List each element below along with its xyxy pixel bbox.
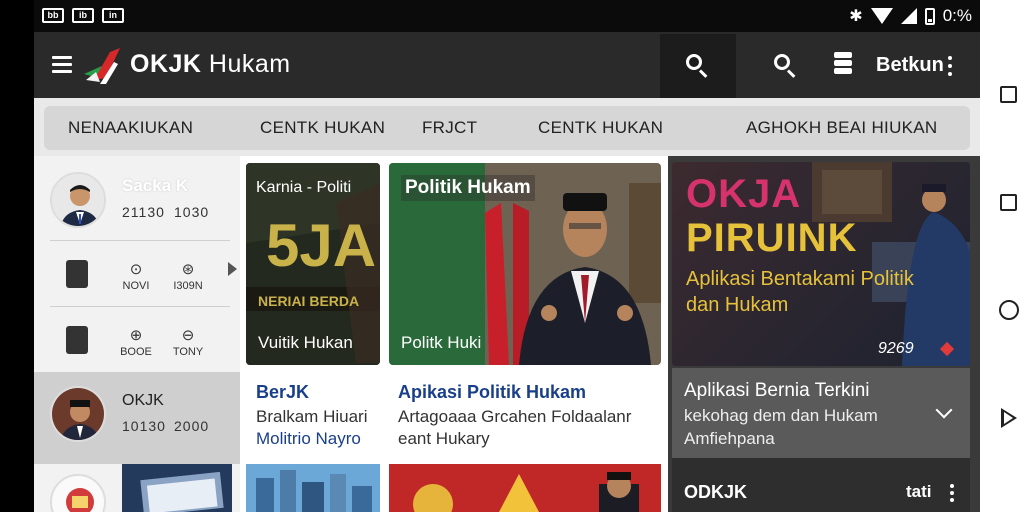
article-snippet: Bralkam Hiuari bbox=[256, 407, 368, 426]
tab-aghokh-beai-hiukan[interactable]: AGHOKH BEAI HIUKAN bbox=[746, 118, 938, 138]
tab-centk-hukan-2[interactable]: CENTK HUKAN bbox=[538, 118, 663, 138]
app-title-regular: Hukam bbox=[208, 50, 291, 78]
divider bbox=[50, 240, 230, 241]
stat-icon[interactable]: ⊛ I309N bbox=[170, 260, 206, 292]
status-left-icons: bb ib in bbox=[42, 8, 124, 23]
chevron-right-icon[interactable] bbox=[228, 262, 237, 276]
tab-centk-hukan[interactable]: CENTK HUKAN bbox=[260, 118, 385, 138]
bluetooth-icon: ✱ bbox=[849, 8, 863, 25]
info-panel[interactable]: Aplikasi Bernia Terkini kekohag dem dan … bbox=[672, 368, 970, 458]
menu-icon[interactable] bbox=[52, 56, 72, 73]
info-title: Aplikasi Bernia Terkini bbox=[684, 380, 870, 401]
square-icon[interactable] bbox=[1000, 194, 1017, 211]
card-strip-text: NERIAI BERDA bbox=[258, 293, 360, 309]
back-icon[interactable] bbox=[1001, 408, 1017, 428]
stat-icon[interactable]: ⊕ BOOE bbox=[118, 326, 154, 358]
info-subtitle-line: kekohag dem dan Hukam bbox=[684, 406, 878, 425]
featured-count: 9269 bbox=[878, 340, 914, 357]
article-headline[interactable]: BerJK bbox=[256, 382, 309, 403]
news-card[interactable]: Karnia - Politi 5JA NERIAI BERDA Vuitik … bbox=[246, 163, 380, 365]
news-grid: Karnia - Politi 5JA NERIAI BERDA Vuitik … bbox=[240, 156, 668, 512]
shirt-icon[interactable] bbox=[66, 260, 88, 288]
recents-icon[interactable] bbox=[1000, 86, 1017, 103]
card-caption: Politk Huki bbox=[401, 333, 482, 352]
tab-frjct[interactable]: FRJCT bbox=[422, 118, 477, 138]
more-icon[interactable] bbox=[950, 484, 954, 505]
article-headline[interactable]: Apikasi Politik Hukam bbox=[398, 382, 586, 403]
more-icon[interactable] bbox=[948, 56, 952, 80]
stat-icon[interactable]: ⊙ NOVI bbox=[118, 260, 154, 292]
action-button[interactable]: Betkun bbox=[876, 54, 944, 77]
tab-nenaakiukan[interactable]: NENAAKIUKAN bbox=[68, 118, 193, 138]
left-list: Sacka K 21130 1030 ⊙ NOVI ⊛ I309N ⊕ BOOE ⊖ T… bbox=[34, 156, 240, 512]
info-subtitle-line: Amfiehpana bbox=[684, 429, 775, 448]
divider bbox=[50, 306, 230, 307]
screen: bb ib in ✱ 0:% OKJK Hukam Betkun NENAAKI… bbox=[0, 0, 1024, 512]
search-icon[interactable] bbox=[686, 54, 708, 78]
stat-icon[interactable]: ⊖ TONY bbox=[170, 326, 206, 358]
featured-subtitle: Aplikasi Bentakami Politik dan Hukam bbox=[686, 268, 914, 316]
featured-card[interactable]: OKJA PIRUINK Aplikasi Bentakami Politik … bbox=[672, 162, 970, 366]
info-subtitle: kekohag dem dan Hukam Amfiehpana bbox=[684, 404, 878, 450]
app-title: OKJK Hukam bbox=[130, 50, 291, 79]
wifi-icon bbox=[870, 8, 893, 24]
featured-footer: ODKJK tati bbox=[672, 458, 970, 512]
thumbnail-image[interactable] bbox=[389, 464, 661, 512]
avatar[interactable] bbox=[50, 474, 106, 512]
article-snippet: eant Hukary bbox=[398, 429, 490, 448]
list-item-count: 10130 bbox=[122, 418, 166, 434]
news-card[interactable]: Politik Hukam Politk Huki bbox=[389, 163, 661, 365]
card-overlay-title: Politik Hukam bbox=[401, 175, 535, 201]
card-overlay-title: Karnia - Politi bbox=[256, 179, 352, 196]
chevron-down-icon[interactable] bbox=[935, 401, 953, 419]
featured-panel: OKJA PIRUINK Aplikasi Bentakami Politik … bbox=[668, 156, 980, 512]
list-item-name: Sacka K bbox=[122, 176, 189, 195]
avatar[interactable] bbox=[50, 172, 106, 228]
signal-icon bbox=[900, 8, 917, 24]
app-title-bold: OKJK bbox=[130, 50, 202, 78]
list-item-count: 2000 bbox=[174, 418, 210, 434]
logo-icon bbox=[84, 48, 120, 84]
bag-icon[interactable] bbox=[66, 326, 88, 354]
system-nav-bar bbox=[980, 0, 1024, 512]
status-right-icons: ✱ 0:% bbox=[849, 6, 972, 26]
list-item-count: 1030 bbox=[174, 204, 210, 220]
home-icon[interactable] bbox=[999, 300, 1019, 320]
list-item-count: 21130 bbox=[122, 204, 165, 220]
app-bar: OKJK Hukam Betkun bbox=[34, 32, 980, 98]
thumbnail-image[interactable] bbox=[246, 464, 380, 512]
list-item-name: OKJK bbox=[122, 392, 164, 409]
card-big-text: 5JA bbox=[266, 212, 377, 279]
footer-label[interactable]: tati bbox=[906, 482, 932, 502]
avatar[interactable] bbox=[50, 386, 106, 442]
search-icon[interactable] bbox=[774, 54, 796, 78]
footer-name: ODKJK bbox=[684, 482, 748, 502]
notification-icon: bb bbox=[42, 8, 64, 23]
tabs-container: NENAAKIUKAN CENTK HUKAN FRJCT CENTK HUKA… bbox=[44, 106, 970, 161]
notification-icon: ib bbox=[72, 8, 94, 23]
notification-icon: in bbox=[102, 8, 124, 23]
tab-bar: NENAAKIUKAN CENTK HUKAN FRJCT CENTK HUKA… bbox=[34, 98, 980, 161]
battery-text: 0:% bbox=[942, 6, 972, 25]
featured-title-line1: OKJA bbox=[686, 172, 802, 216]
card-caption: Vuitik Hukan bbox=[258, 333, 353, 352]
database-icon[interactable] bbox=[834, 52, 852, 78]
battery-icon bbox=[924, 7, 935, 25]
article-snippet: Molitrio Nayro bbox=[256, 429, 361, 448]
status-bar: bb ib in ✱ 0:% bbox=[34, 0, 980, 32]
thumbnail-image[interactable] bbox=[122, 464, 232, 512]
article-snippet: Artagoaaa Grcahen Foldaalanr bbox=[398, 407, 632, 426]
search-box[interactable] bbox=[660, 34, 736, 98]
featured-title-line2: PIRUINK bbox=[686, 216, 858, 260]
